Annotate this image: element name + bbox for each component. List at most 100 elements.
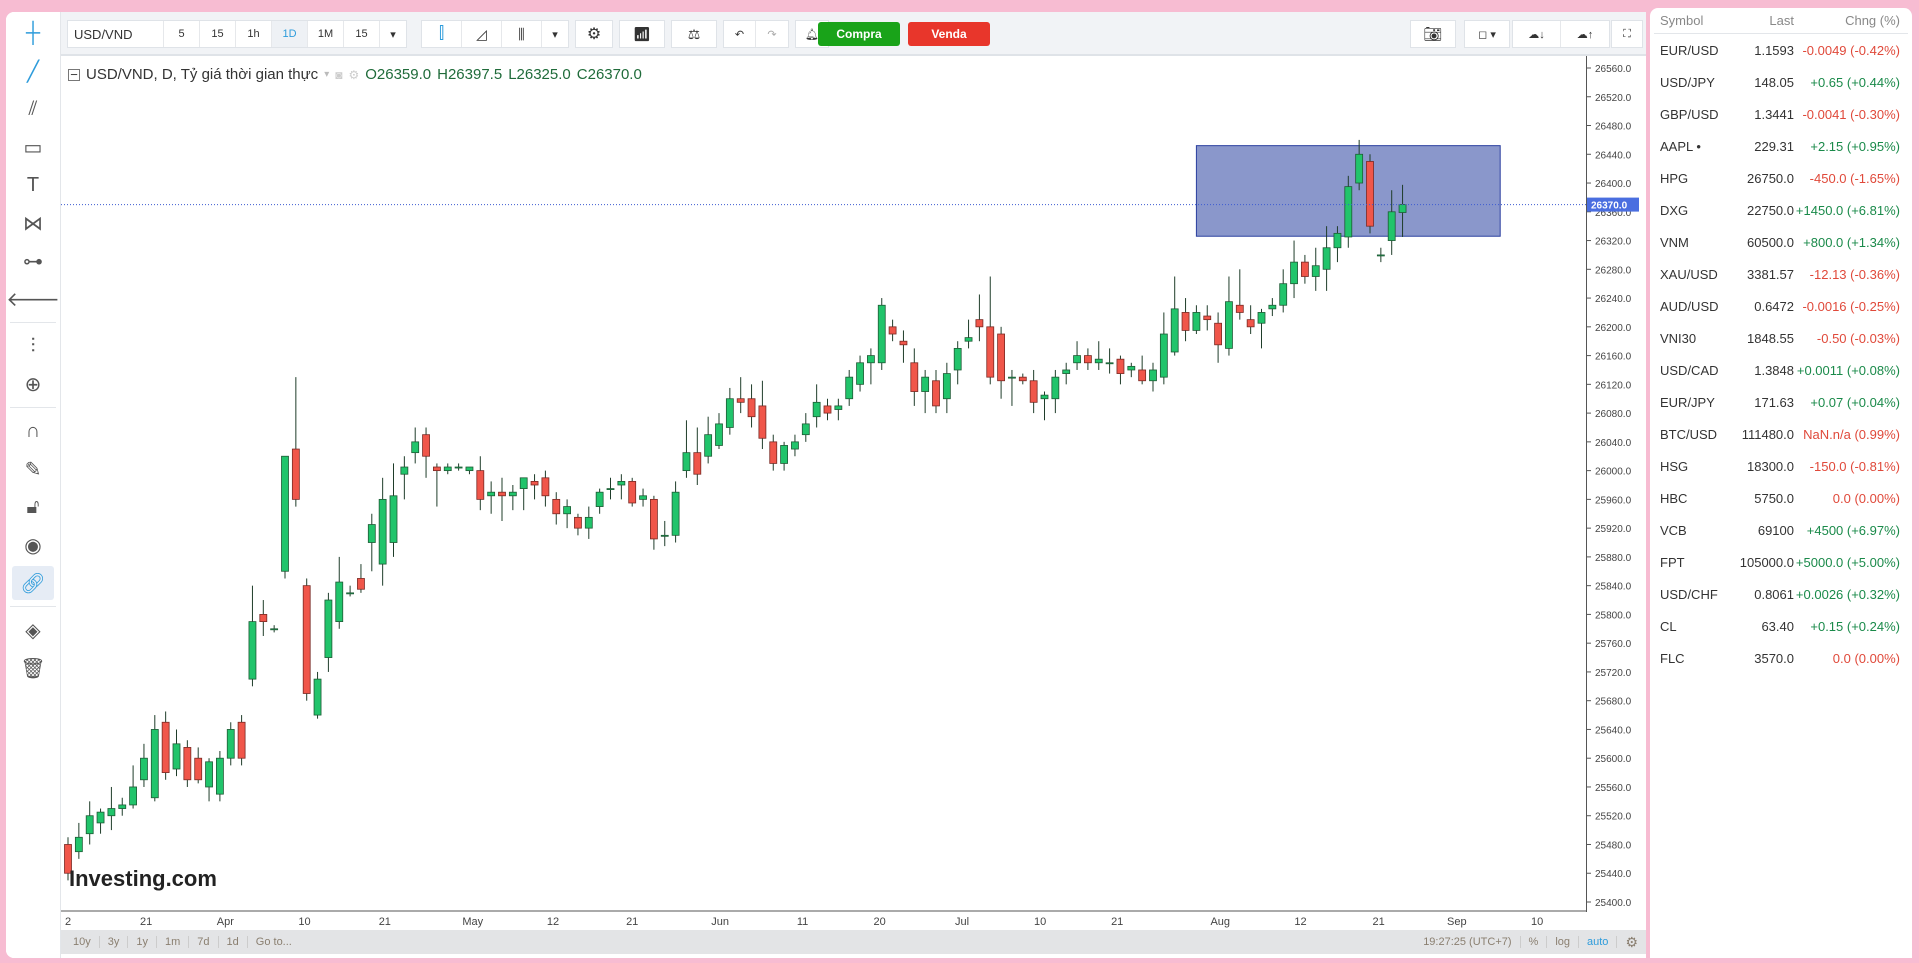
range-1m[interactable]: 1m <box>157 936 190 948</box>
color-dropdown[interactable]: ◻ ▾ <box>1464 20 1510 48</box>
eye-icon[interactable]: ◉ <box>12 528 54 562</box>
price-tick-label: 25960.0 <box>1595 495 1632 506</box>
goto-button[interactable]: Go to... <box>248 936 300 948</box>
undo-icon[interactable]: ↶ <box>724 21 756 47</box>
watchlist-row[interactable]: VCB 69100 +4500 (+6.97%) <box>1654 514 1908 546</box>
interval-15-custom[interactable]: 15 <box>344 21 380 47</box>
scale-icon[interactable]: ⚖ <box>672 21 716 47</box>
row-last: 22750.0 <box>1747 202 1794 218</box>
cloud-download-icon[interactable]: ☁↓ <box>1513 21 1561 47</box>
interval-1d[interactable]: 1D <box>272 21 308 47</box>
candle <box>563 499 572 529</box>
watchlist-row[interactable]: EUR/JPY 171.63 +0.07 (+0.04%) <box>1654 386 1908 418</box>
legend-visibility-icon[interactable]: ◙ <box>335 68 342 82</box>
redo-icon[interactable]: ↷ <box>756 21 788 47</box>
magnet-icon[interactable]: ∩ <box>12 414 54 448</box>
gear-icon[interactable]: ⚙ <box>1617 934 1646 951</box>
watchlist-row[interactable]: VNI30 1848.55 -0.50 (-0.03%) <box>1654 322 1908 354</box>
area-chart-icon[interactable]: ◿ <box>462 21 502 47</box>
row-change: -0.0041 (-0.30%) <box>1802 106 1900 122</box>
legend-dropdown-icon[interactable]: ▾ <box>324 69 329 80</box>
range-1y[interactable]: 1y <box>128 936 157 948</box>
arrow-left-icon[interactable]: 🡐 <box>6 282 60 316</box>
price-axis[interactable]: 25400.0 25440.0 25480.0 25520.0 25560.0 25600… <box>1586 56 1646 912</box>
range-10y[interactable]: 10y <box>65 936 100 948</box>
bars-icon[interactable]: ⫼ <box>502 21 542 47</box>
trend-line-icon[interactable]: ╱ <box>12 54 54 88</box>
interval-15[interactable]: 15 <box>200 21 236 47</box>
snapshot-button[interactable]: 📷︎ <box>1410 20 1456 48</box>
percent-toggle[interactable]: % <box>1521 936 1548 948</box>
row-last: 229.31 <box>1754 138 1794 154</box>
interval-1h[interactable]: 1h <box>236 21 272 47</box>
range-7d[interactable]: 7d <box>189 936 219 948</box>
row-symbol: BTC/USD <box>1660 426 1718 442</box>
watchlist-row[interactable]: VNM 60500.0 +800.0 (+1.34%) <box>1654 226 1908 258</box>
candle-body <box>628 481 637 504</box>
auto-toggle[interactable]: auto <box>1579 936 1618 948</box>
indicators-icon[interactable]: 📶︎ <box>620 21 664 47</box>
chart-type-dropdown-icon[interactable]: ▾ <box>542 21 568 47</box>
indicators-button[interactable]: 📶︎ <box>619 20 665 48</box>
crosshair-icon[interactable]: ┼ <box>12 16 54 50</box>
collapse-icon[interactable]: − <box>68 67 80 82</box>
watchlist-row[interactable]: AUD/USD 0.6472 -0.0016 (-0.25%) <box>1654 290 1908 322</box>
lock-icon[interactable]: 🔓︎ <box>12 490 54 524</box>
trash-icon[interactable]: 🗑︎ <box>12 651 54 685</box>
watchlist-row[interactable]: EUR/USD 1.1593 -0.0049 (-0.42%) <box>1654 34 1908 66</box>
interval-5[interactable]: 5 <box>164 21 200 47</box>
watchlist-row[interactable]: FPT 105000.0 +5000.0 (+5.00%) <box>1654 546 1908 578</box>
fullscreen-icon[interactable]: ⛶ <box>1612 21 1642 47</box>
watchlist-row[interactable]: HSG 18300.0 -150.0 (-0.81%) <box>1654 450 1908 482</box>
link-icon[interactable]: 🔗︎ <box>12 566 54 600</box>
header-last[interactable]: Last <box>1724 13 1794 28</box>
lock-drawing-icon[interactable]: ✎ <box>12 452 54 486</box>
symbol-input[interactable]: USD/VND <box>68 21 164 47</box>
pitchfork-icon[interactable]: ⫽ <box>12 92 54 126</box>
watchlist-row[interactable]: FLC 3570.0 0.0 (0.00%) <box>1654 642 1908 674</box>
zoom-in-icon[interactable]: ⊕ <box>12 367 54 401</box>
range-1d[interactable]: 1d <box>219 936 248 948</box>
range-3y[interactable]: 3y <box>100 936 129 948</box>
watchlist-row[interactable]: DXG 22750.0 +1450.0 (+6.81%) <box>1654 194 1908 226</box>
watchlist-row[interactable]: USD/JPY 148.05 +0.65 (+0.44%) <box>1654 66 1908 98</box>
time-tick-label: Jun <box>711 916 729 928</box>
candles-icon[interactable]: ⫿ <box>422 21 462 47</box>
log-toggle[interactable]: log <box>1547 936 1580 948</box>
price-chart[interactable]: 2 21 Apr 10 21 May 12 21 Jun 11 20 Jul 10 21 Aug 12 21 Se… <box>61 56 1586 930</box>
chart-pattern-icon[interactable]: ⫶ <box>12 329 54 363</box>
layers-icon[interactable]: ◈ <box>12 613 54 647</box>
header-symbol[interactable]: Symbol <box>1654 13 1724 28</box>
buy-button[interactable]: Compra <box>818 22 900 46</box>
watchlist-row[interactable]: GBP/USD 1.3441 -0.0041 (-0.30%) <box>1654 98 1908 130</box>
camera-icon[interactable]: 📷︎ <box>1411 21 1455 47</box>
watchlist-row[interactable]: BTC/USD 111480.0 NaN.n/a (0.99%) <box>1654 418 1908 450</box>
text-icon[interactable]: T <box>12 168 54 202</box>
candle <box>682 420 691 478</box>
watchlist-row[interactable]: HBC 5750.0 0.0 (0.00%) <box>1654 482 1908 514</box>
watchlist-row[interactable]: XAU/USD 3381.57 -12.13 (-0.36%) <box>1654 258 1908 290</box>
watchlist-row[interactable]: USD/CAD 1.3848 +0.0011 (+0.08%) <box>1654 354 1908 386</box>
candle <box>74 822 83 859</box>
measure-icon[interactable]: ⊶ <box>12 244 54 278</box>
interval-dropdown-icon[interactable]: ▾ <box>380 21 406 47</box>
legend-settings-icon[interactable]: ⚙ <box>348 68 359 82</box>
candle <box>205 758 213 802</box>
interval-1m[interactable]: 1M <box>308 21 344 47</box>
rectangle-icon[interactable]: ▭ <box>12 130 54 164</box>
color-square-icon[interactable]: ◻ ▾ <box>1465 21 1509 47</box>
watchlist-row[interactable]: CL 63.40 +0.15 (+0.24%) <box>1654 610 1908 642</box>
watchlist-row[interactable]: AAPL • 229.31 +2.15 (+0.95%) <box>1654 130 1908 162</box>
settings-button[interactable]: ⚙ <box>575 20 613 48</box>
candle <box>194 747 203 784</box>
cloud-upload-icon[interactable]: ☁↑ <box>1561 21 1609 47</box>
watchlist-row[interactable]: HPG 26750.0 -450.0 (-1.65%) <box>1654 162 1908 194</box>
gear-icon[interactable]: ⚙ <box>576 21 612 47</box>
fullscreen-button[interactable]: ⛶ <box>1611 20 1643 48</box>
sell-button[interactable]: Venda <box>908 22 990 46</box>
watchlist-row[interactable]: USD/CHF 0.8061 +0.0026 (+0.32%) <box>1654 578 1908 610</box>
compare-button[interactable]: ⚖ <box>671 20 717 48</box>
header-change[interactable]: Chng (%) <box>1794 13 1908 28</box>
candle <box>964 319 973 349</box>
pattern-icon[interactable]: ⋈ <box>12 206 54 240</box>
